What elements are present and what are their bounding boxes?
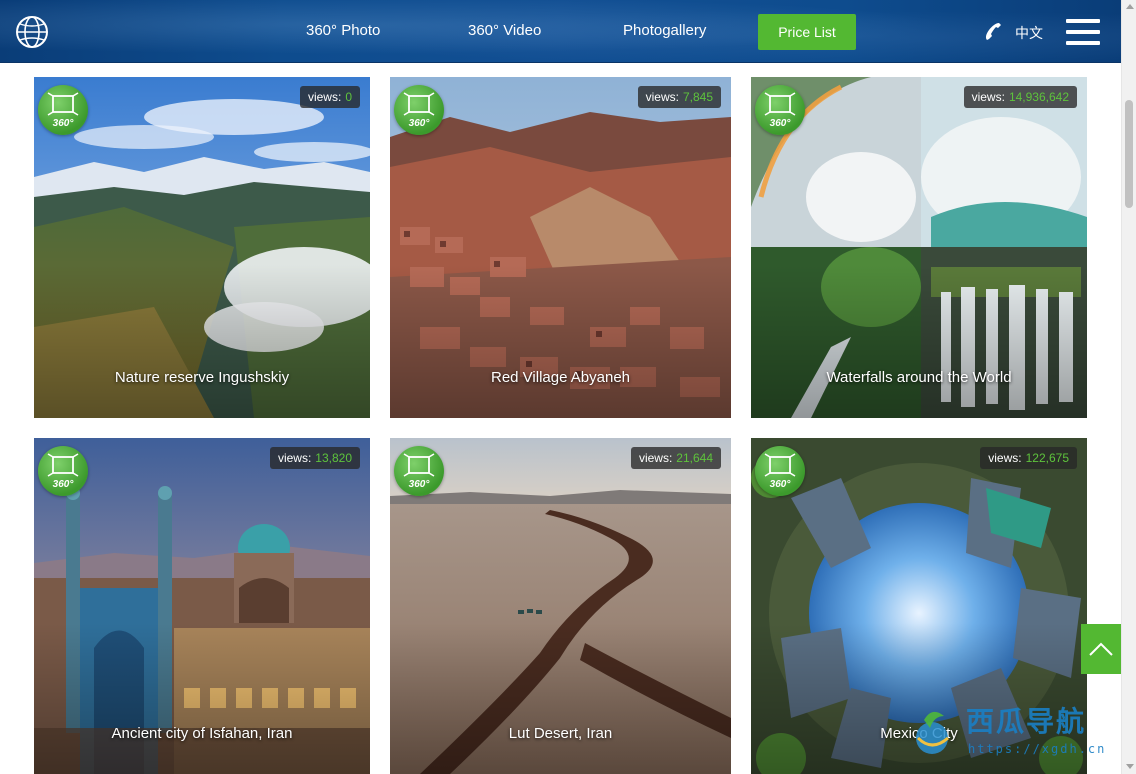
language-switch[interactable]: 中文 — [1015, 23, 1043, 43]
views-counter: views: 21,644 — [630, 447, 721, 469]
360-badge-icon: 360° — [755, 85, 805, 135]
360-badge-icon: 360° — [394, 446, 444, 496]
views-label: views: — [645, 90, 679, 104]
views-counter: views: 7,845 — [637, 86, 721, 108]
views-count: 21,644 — [676, 451, 713, 465]
nav-360-video[interactable]: 360° Video — [468, 22, 541, 39]
views-counter: views: 13,820 — [269, 447, 360, 469]
views-count: 7,845 — [682, 90, 713, 104]
gallery-card-mexico-city[interactable]: 360° views: 122,675 Mexico City — [751, 438, 1087, 774]
scroll-down-arrow-icon[interactable] — [1126, 764, 1134, 769]
phone-icon[interactable] — [982, 20, 1006, 44]
vertical-scrollbar[interactable] — [1121, 0, 1136, 774]
views-label: views: — [971, 90, 1005, 104]
gallery-card-waterfalls[interactable]: 360° views: 14,936,642 Waterfalls around… — [751, 77, 1087, 418]
top-navigation-bar: 360° Photo 360° Video Photogallery Price… — [0, 0, 1121, 63]
price-list-button[interactable]: Price List — [758, 14, 856, 50]
views-counter: views: 122,675 — [980, 447, 1077, 469]
nav-360-photo[interactable]: 360° Photo — [306, 22, 380, 39]
gallery-card-ingushskiy[interactable]: 360° views: 0 Nature reserve Ingushskiy — [34, 77, 370, 418]
360-badge-icon: 360° — [38, 85, 88, 135]
360-badge-icon: 360° — [38, 446, 88, 496]
views-count: 0 — [345, 90, 352, 104]
360-badge-icon: 360° — [394, 85, 444, 135]
globe-logo-icon[interactable] — [14, 14, 50, 50]
card-title: Waterfalls around the World — [826, 369, 1012, 386]
page: 360° Photo 360° Video Photogallery Price… — [0, 0, 1136, 774]
views-label: views: — [638, 451, 673, 465]
card-title: Mexico City — [880, 725, 958, 742]
views-label: views: — [988, 451, 1022, 465]
views-label: views: — [307, 90, 342, 104]
views-count: 122,675 — [1025, 451, 1069, 465]
gallery-card-isfahan[interactable]: 360° views: 13,820 Ancient city of Isfah… — [34, 438, 370, 774]
360-badge-icon: 360° — [755, 446, 805, 496]
svg-text:360°: 360° — [770, 118, 792, 129]
svg-text:360°: 360° — [770, 479, 792, 490]
svg-text:360°: 360° — [53, 118, 75, 129]
chevron-up-icon — [1089, 642, 1113, 656]
views-count: 13,820 — [315, 451, 352, 465]
nav-photogallery[interactable]: Photogallery — [623, 22, 706, 39]
card-title: Nature reserve Ingushskiy — [114, 369, 290, 386]
svg-text:360°: 360° — [53, 479, 75, 490]
views-label: views: — [277, 451, 312, 465]
card-title: Red Village Abyaneh — [491, 369, 630, 386]
views-count: 14,936,642 — [1008, 90, 1069, 104]
gallery-card-abyaneh[interactable]: 360° views: 7,845 Red Village Abyaneh — [390, 77, 731, 418]
gallery-card-lut-desert[interactable]: 360° views: 21,644 Lut Desert, Iran — [390, 438, 731, 774]
hamburger-menu-icon[interactable] — [1066, 17, 1100, 47]
views-counter: views: 0 — [299, 86, 360, 108]
card-title: Ancient city of Isfahan, Iran — [111, 725, 293, 742]
scroll-to-top-button[interactable] — [1081, 624, 1121, 674]
scroll-up-arrow-icon[interactable] — [1126, 4, 1134, 9]
scroll-thumb[interactable] — [1125, 100, 1133, 208]
card-title: Lut Desert, Iran — [508, 725, 613, 742]
svg-text:360°: 360° — [409, 118, 431, 129]
views-counter: views: 14,936,642 — [963, 86, 1077, 108]
svg-text:360°: 360° — [409, 479, 431, 490]
